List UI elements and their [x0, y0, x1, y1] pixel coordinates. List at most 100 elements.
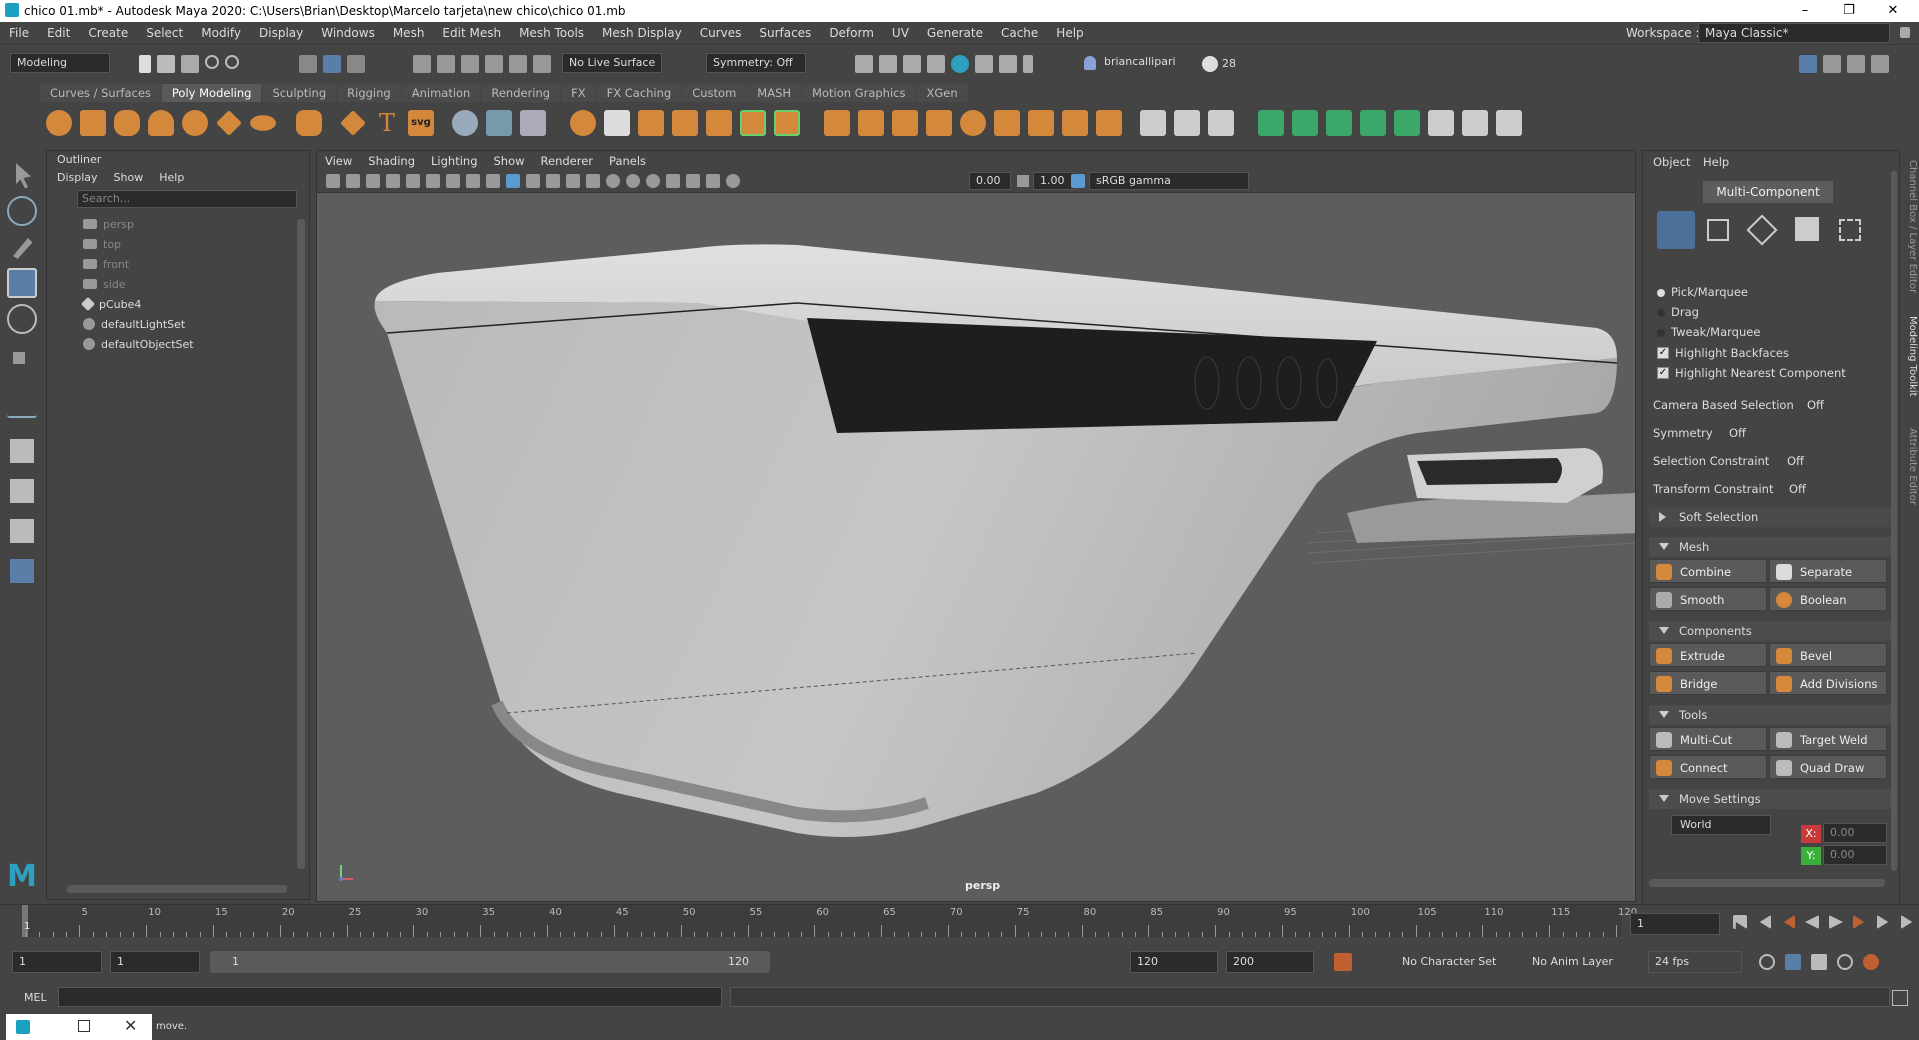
viewport-panel[interactable]: View Shading Lighting Show Renderer Pane… [316, 150, 1636, 902]
symmetry-value[interactable]: Off [1729, 426, 1746, 440]
soft-selection-section[interactable]: Soft Selection [1649, 507, 1891, 527]
snap-curve-icon[interactable] [437, 55, 455, 73]
exposure-icon[interactable] [726, 174, 740, 188]
lock-icon[interactable] [1900, 27, 1910, 38]
restore-window-icon[interactable] [78, 1020, 90, 1032]
new-scene-icon[interactable] [139, 55, 151, 73]
uv-editor-icon[interactable] [486, 110, 512, 136]
time-slider[interactable]: 1 5 10 15 20 25 30 35 40 45 50 55 60 65 70 75 80 85 90 95 1… [0, 904, 1919, 942]
spherical-uv-shelf-icon[interactable] [1326, 110, 1352, 136]
use-all-lights-icon[interactable] [566, 174, 580, 188]
outliner-item-persp[interactable]: persp [83, 215, 134, 233]
sculpt-icon[interactable] [452, 110, 478, 136]
face-mode-icon[interactable] [1795, 217, 1819, 241]
shelf-tab-xgen[interactable]: XGen [916, 84, 968, 102]
outliner-menu-help[interactable]: Help [159, 171, 184, 184]
poly-sphere-icon[interactable] [46, 110, 72, 136]
maximize-icon[interactable]: ❐ [1826, 0, 1872, 22]
select-by-component-icon[interactable] [347, 55, 365, 73]
grid-icon[interactable] [406, 174, 420, 188]
cache-playback-icon[interactable] [1785, 954, 1801, 970]
side-tab-channel-box[interactable]: Channel Box / Layer Editor [1902, 160, 1918, 300]
menu-help[interactable]: Help [1047, 26, 1092, 40]
render-view-icon[interactable] [951, 55, 969, 73]
single-perspective-layout-icon[interactable] [7, 436, 37, 466]
tweak-marquee-radio[interactable] [1657, 329, 1665, 337]
multi-component-button[interactable]: Multi-Component [1703, 181, 1833, 203]
mirror-shelf-icon[interactable] [638, 110, 664, 136]
menu-cache[interactable]: Cache [992, 26, 1047, 40]
select-by-hierarchy-icon[interactable] [299, 55, 317, 73]
poly-cylinder-icon[interactable] [114, 110, 140, 136]
auto-key-icon[interactable] [1334, 953, 1352, 971]
outliner-item-defaultlightset[interactable]: defaultLightSet [83, 315, 185, 333]
toolkit-menu-help[interactable]: Help [1703, 155, 1729, 169]
character-set-dropdown[interactable]: No Character Set [1402, 955, 1496, 968]
outliner-vertical-scrollbar[interactable] [297, 219, 305, 869]
uv-mode-icon[interactable] [1839, 219, 1861, 241]
boolean-shelf-icon[interactable] [706, 110, 732, 136]
save-scene-icon[interactable] [181, 55, 199, 73]
menu-mesh[interactable]: Mesh [384, 26, 434, 40]
outliner-menu-display[interactable]: Display [57, 171, 98, 184]
toggle-tool-settings-icon[interactable] [1847, 55, 1865, 73]
toolkit-menu-object[interactable]: Object [1653, 155, 1690, 169]
live-surface-field[interactable]: No Live Surface [562, 53, 662, 73]
append-polygon-shelf-icon[interactable] [926, 110, 952, 136]
move-space-dropdown[interactable]: World [1671, 815, 1771, 835]
separate-button[interactable]: Separate [1769, 559, 1887, 583]
fps-dropdown[interactable]: 24 fps [1648, 951, 1742, 973]
symmetry-dropdown[interactable]: Symmetry: Off [706, 53, 806, 73]
close-icon[interactable]: ✕ [1870, 0, 1916, 22]
snap-view-plane-icon[interactable] [485, 55, 503, 73]
boolean-button[interactable]: Boolean [1769, 587, 1887, 611]
menu-uv[interactable]: UV [883, 26, 918, 40]
shelf-tab-curves-surfaces[interactable]: Curves / Surfaces [40, 84, 161, 102]
animation-start-field[interactable]: 1 [12, 951, 102, 973]
menu-surfaces[interactable]: Surfaces [750, 26, 820, 40]
extrude-button[interactable]: Extrude [1649, 643, 1767, 667]
menu-mesh-tools[interactable]: Mesh Tools [510, 26, 593, 40]
mesh-section[interactable]: Mesh [1649, 537, 1891, 557]
range-slider[interactable]: 1 120 [210, 951, 770, 973]
x-value-field[interactable]: 0.00 [1823, 823, 1887, 843]
film-gate-icon[interactable] [426, 174, 440, 188]
gamma-icon[interactable] [1017, 175, 1029, 187]
poly-cone-icon[interactable] [148, 110, 174, 136]
highlight-backfaces-checkbox[interactable]: ✓ [1657, 347, 1669, 359]
y-value-field[interactable]: 0.00 [1823, 845, 1887, 865]
selection-constraint-label[interactable]: Selection Constraint [1653, 454, 1769, 468]
outliner-item-pcube4[interactable]: pCube4 [80, 295, 141, 313]
shelf-tab-motion-graphics[interactable]: Motion Graphics [802, 84, 916, 102]
exposure-field[interactable]: 0.00 [969, 172, 1011, 190]
rotate-tool-icon[interactable] [7, 304, 37, 334]
play-backwards-icon[interactable] [1805, 915, 1819, 929]
go-to-end-icon[interactable] [1901, 915, 1913, 929]
unfold-uv-shelf-icon[interactable] [1394, 110, 1420, 136]
outliner-horizontal-scrollbar[interactable] [67, 885, 287, 893]
viewport-menu-panels[interactable]: Panels [601, 154, 654, 168]
close-window-icon[interactable]: ✕ [124, 1016, 137, 1035]
outliner-search-input[interactable]: Search... [77, 190, 297, 208]
circularize-shelf-icon[interactable] [1028, 110, 1054, 136]
combine-shelf-icon[interactable] [570, 110, 596, 136]
playback-start-field[interactable]: 1 [110, 951, 200, 973]
maya-taskbar-icon[interactable] [16, 1020, 30, 1034]
multi-cut-shelf-icon[interactable] [1140, 110, 1166, 136]
paint-select-tool-icon[interactable] [13, 238, 33, 259]
current-frame-field[interactable]: 1 [1630, 913, 1720, 935]
motion-blur-icon[interactable] [626, 174, 640, 188]
x-ray-joints-icon[interactable] [706, 174, 720, 188]
select-camera-icon[interactable] [326, 174, 340, 188]
combine-button[interactable]: Combine [1649, 559, 1767, 583]
move-tool-icon[interactable] [7, 268, 37, 298]
gate-mask-icon[interactable] [466, 174, 480, 188]
side-tab-modeling-toolkit[interactable]: Modeling Toolkit [1902, 316, 1918, 416]
camera-based-selection-label[interactable]: Camera Based Selection [1653, 398, 1794, 412]
tools-section[interactable]: Tools [1649, 705, 1891, 725]
sound-icon[interactable] [1811, 954, 1827, 970]
two-view-layout-icon[interactable] [7, 516, 37, 546]
shelf-tab-fx[interactable]: FX [561, 84, 596, 102]
step-forward-key-icon[interactable] [1877, 915, 1889, 929]
cut-uv-shelf-icon[interactable] [1462, 110, 1488, 136]
